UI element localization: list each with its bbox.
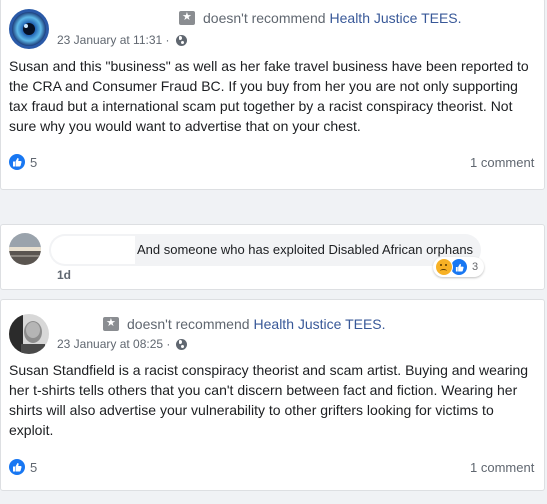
like-count[interactable]: 5 xyxy=(9,459,37,475)
reply-text: And someone who has exploited Disabled A… xyxy=(137,242,474,257)
review-date: 23 January at 08:25 · xyxy=(57,337,188,351)
page-link[interactable]: Health Justice TEES. xyxy=(254,316,386,332)
globe-icon xyxy=(176,338,188,350)
reviewer-avatar[interactable] xyxy=(9,9,49,49)
recommend-star-icon xyxy=(179,10,195,25)
review-date: 23 January at 11:31 · xyxy=(57,33,187,47)
reply-time[interactable]: 1d xyxy=(57,268,71,282)
comment-count-link[interactable]: 1 comment xyxy=(470,460,534,475)
comment-count-link[interactable]: 1 comment xyxy=(470,155,534,170)
recommend-status: doesn't recommend xyxy=(127,316,250,332)
recommendation-line: doesn't recommend Health Justice TEES. xyxy=(103,316,386,332)
review-card-2: doesn't recommend Health Justice TEES. 2… xyxy=(0,299,545,491)
recommendation-line: doesn't recommend Health Justice TEES. xyxy=(179,10,462,26)
reply-bubble: And someone who has exploited Disabled A… xyxy=(49,234,481,266)
recommend-status: doesn't recommend xyxy=(203,10,326,26)
reaction-count: 3 xyxy=(472,261,479,273)
review-card-1: doesn't recommend Health Justice TEES. 2… xyxy=(0,0,545,190)
reply-avatar[interactable] xyxy=(9,233,41,265)
reaction-summary[interactable]: 3 xyxy=(433,257,485,277)
review-text: Susan Standfield is a racist conspiracy … xyxy=(9,362,529,438)
reviewer-avatar[interactable] xyxy=(9,314,49,354)
page-link[interactable]: Health Justice TEES. xyxy=(330,10,462,26)
redacted-name xyxy=(51,236,135,264)
timestamp-link[interactable]: 23 January at 08:25 · xyxy=(57,337,170,351)
review-text: Susan and this "business" as well as her… xyxy=(9,58,529,134)
timestamp-link[interactable]: 23 January at 11:31 · xyxy=(57,33,170,47)
like-number: 5 xyxy=(30,154,38,170)
thumbs-up-icon xyxy=(9,154,25,170)
like-count[interactable]: 5 xyxy=(9,154,37,170)
reply-card: And someone who has exploited Disabled A… xyxy=(0,224,545,290)
recommend-star-icon xyxy=(103,316,119,331)
globe-icon xyxy=(175,34,187,46)
thumbs-up-icon xyxy=(9,459,25,475)
sad-reaction-icon xyxy=(435,258,453,276)
like-number: 5 xyxy=(30,459,38,475)
